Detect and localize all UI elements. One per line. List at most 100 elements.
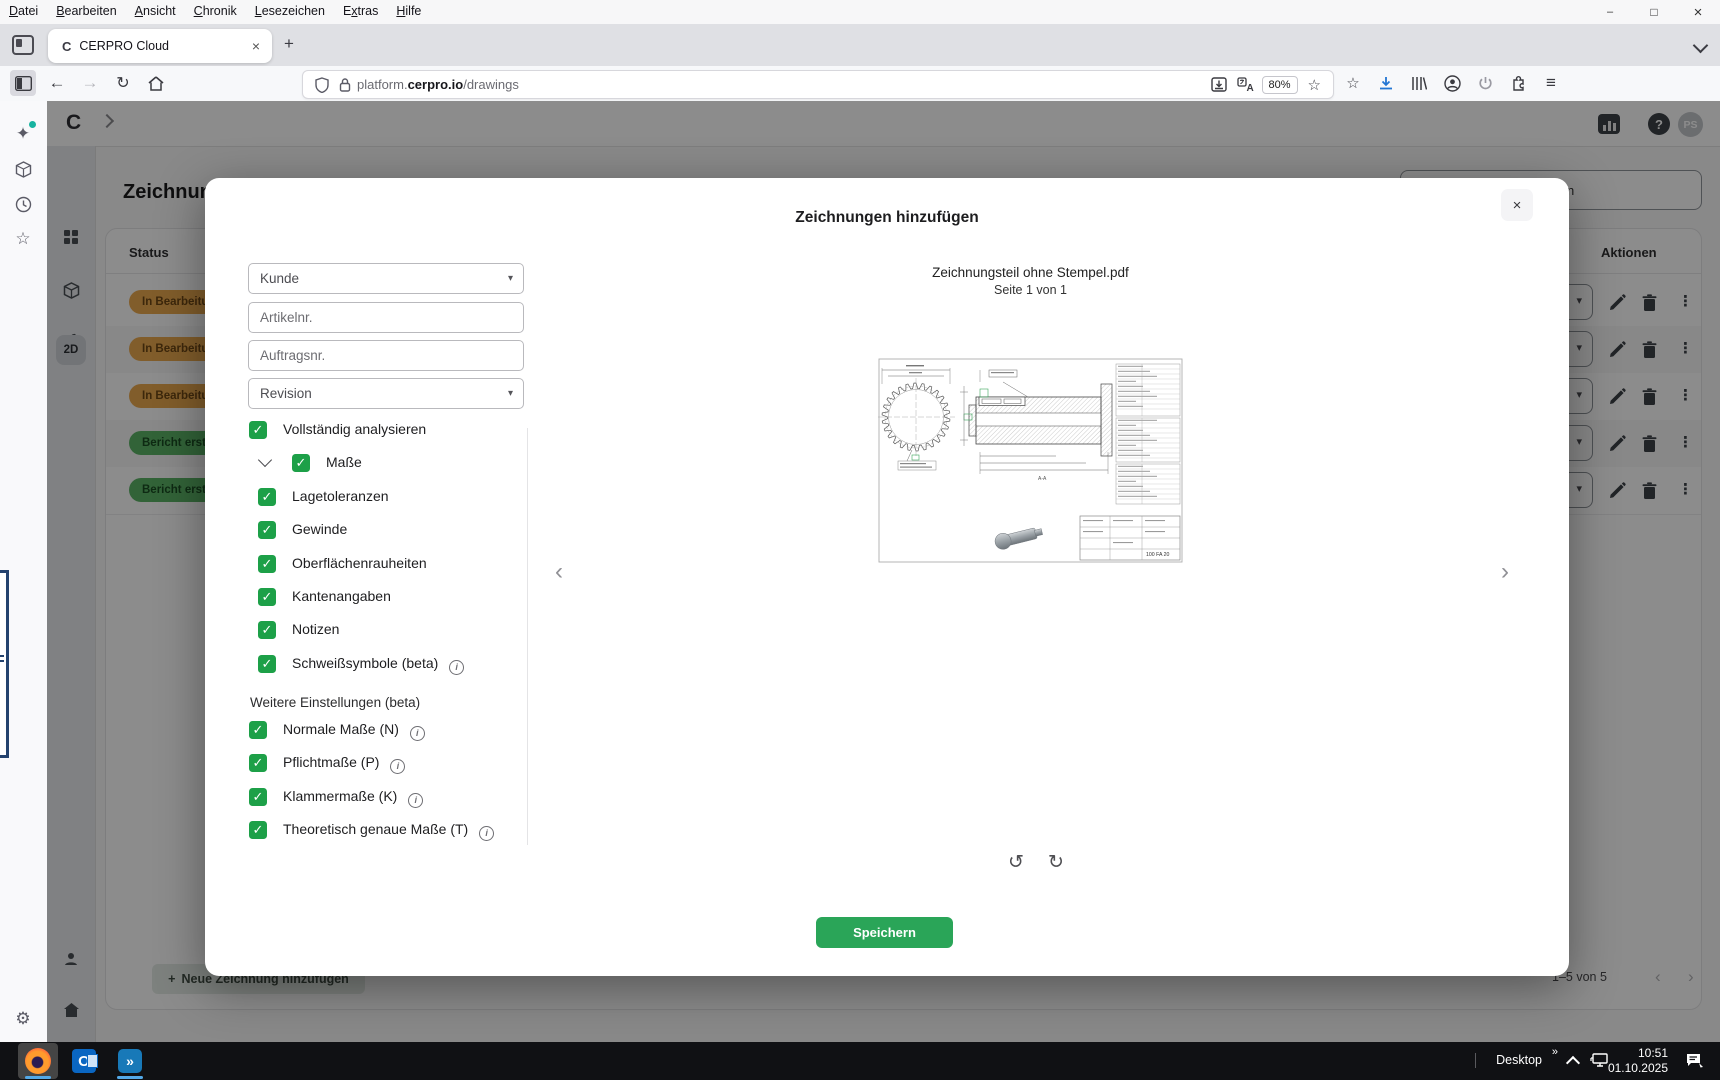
maximize-button[interactable]: □ [1632,0,1676,24]
save-button[interactable]: Speichern [816,917,953,948]
firefox-taskbar-button[interactable] [18,1043,58,1079]
checkbox[interactable]: ✓ [249,421,267,439]
bookmark-star-icon[interactable]: ☆ [1308,76,1321,94]
docked-window-edge [0,570,9,758]
media-app-icon: » [118,1049,142,1073]
checkbox[interactable]: ✓ [249,721,267,739]
back-button[interactable]: ← [44,70,70,96]
date-label: 01.10.2025 [1608,1061,1668,1076]
library-icon[interactable] [1406,70,1432,96]
checkbox[interactable]: ✓ [292,454,310,472]
checkbox-row: ✓Gewinde [248,518,548,542]
desktop-chevrons: » [1552,1046,1558,1058]
menu-lesezeichen[interactable]: Lesezeichen [246,0,334,22]
auftragsnr-input[interactable]: Auftragsnr. [248,340,524,371]
show-desktop-button[interactable]: Desktop [1496,1053,1542,1067]
svg-text:A-A: A-A [1038,476,1047,482]
tab-close-icon[interactable]: × [248,38,264,54]
ai-sparkle-icon[interactable]: ✦ [12,123,34,145]
history-clock-icon[interactable] [12,193,34,215]
screen: DateiBearbeitenAnsichtChronikLesezeichen… [0,0,1720,1080]
menu-datei[interactable]: Datei [0,0,47,22]
account-icon[interactable] [1439,70,1465,96]
checkbox-row: ✓Theoretisch genaue Maße (T) i [248,818,548,842]
info-icon[interactable]: i [410,726,425,741]
taskbar: O » Desktop » 10:51 01.10.2025 [0,1042,1720,1080]
chevron-down-icon: ▾ [508,273,513,284]
checkbox[interactable]: ✓ [258,588,276,606]
checkbox[interactable]: ✓ [249,788,267,806]
menu-bearbeiten[interactable]: Bearbeiten [47,0,125,22]
form-divider [527,428,528,845]
home-button[interactable] [143,70,169,96]
info-icon[interactable]: i [479,826,494,841]
expander-chevron-icon[interactable] [258,453,272,467]
taskbar-divider [1475,1053,1476,1068]
minimize-button[interactable]: – [1588,0,1632,24]
tab-overflow-chevron-icon[interactable] [1693,38,1709,54]
power-icon[interactable] [1472,70,1498,96]
checkbox[interactable]: ✓ [249,821,267,839]
package-icon[interactable] [12,158,34,180]
artikelnr-input[interactable]: Artikelnr. [248,302,524,333]
revision-select[interactable]: Revision ▾ [248,378,524,409]
info-icon[interactable]: i [449,660,464,675]
action-center-icon[interactable] [1685,1052,1704,1069]
checkbox[interactable]: ✓ [249,754,267,772]
browser-menubar: DateiBearbeitenAnsichtChronikLesezeichen… [0,0,1720,24]
settings-gear-icon[interactable]: ⚙ [12,1008,34,1030]
app-taskbar-button[interactable]: » [110,1043,150,1079]
translate-icon[interactable]: A [1237,77,1254,92]
prev-drawing-chevron-icon[interactable]: ‹ [555,558,563,586]
info-icon[interactable]: i [408,793,423,808]
tray-expand-chevron-icon[interactable] [1566,1056,1580,1070]
menu-ansicht[interactable]: Ansicht [126,0,185,22]
zoom-level-badge[interactable]: 80% [1262,76,1298,94]
new-badge-dot [29,121,36,128]
lock-icon[interactable] [339,77,351,92]
checkbox-label: Schweißsymbole (beta) i [292,655,464,675]
forward-button[interactable]: → [77,70,103,96]
checkbox-row: ✓ Kantenangaben [248,585,548,609]
browser-tab[interactable]: C CERPRO Cloud × [48,29,272,63]
pdf-page-label: Seite 1 von 1 [726,283,1335,297]
taskbar-clock[interactable]: 10:51 01.10.2025 [1608,1046,1668,1076]
checkbox-label: Normale Maße (N) i [283,721,425,741]
pdf-filename: Zeichnungsteil ohne Stempel.pdf [726,265,1335,280]
save-page-icon[interactable] [1211,77,1227,92]
rotate-left-icon[interactable]: ↺ [1008,851,1024,874]
menu-hilfe[interactable]: Hilfe [387,0,430,22]
nav-toolbar: ← → ↻ platform.cerpro.io/drawings A 80% [0,66,1720,102]
new-tab-button[interactable]: + [284,34,294,54]
close-button[interactable]: × [1676,0,1720,24]
chevron-down-icon: ▾ [508,388,513,399]
shield-icon[interactable] [315,77,329,93]
outlook-taskbar-button[interactable]: O [64,1043,104,1079]
url-bar[interactable]: platform.cerpro.io/drawings A 80% ☆ [302,70,1334,99]
checkbox-label: Kantenangaben [292,588,391,604]
reload-button[interactable]: ↻ [110,70,136,96]
checkbox[interactable]: ✓ [258,521,276,539]
menu-chronik[interactable]: Chronik [185,0,246,22]
next-drawing-chevron-icon[interactable]: › [1501,558,1509,586]
firefox-view-icon[interactable] [12,35,34,55]
kunde-select[interactable]: Kunde ▾ [248,263,524,294]
menu-extras[interactable]: Extras [334,0,387,22]
extensions-icon[interactable] [1505,70,1531,96]
rotate-right-icon[interactable]: ↻ [1048,851,1064,874]
checkbox[interactable]: ✓ [258,555,276,573]
technical-drawing: A-A100 FA 20 [876,356,1185,567]
firefox-icon [25,1048,51,1074]
checkbox-row: ✓Oberflächenrauheiten [248,552,548,576]
bookmarks-menu-icon[interactable]: ☆ [1340,70,1366,96]
bookmark-star-icon[interactable]: ☆ [12,228,34,250]
checkbox-row: ✓Lagetoleranzen [248,485,548,509]
tab-title: CERPRO Cloud [79,39,247,53]
checkbox[interactable]: ✓ [258,488,276,506]
checkbox[interactable]: ✓ [258,655,276,673]
sidebar-toggle-button[interactable] [10,70,36,96]
menu-hamburger-icon[interactable]: ≡ [1538,70,1564,96]
info-icon[interactable]: i [390,759,405,774]
checkbox[interactable]: ✓ [258,621,276,639]
downloads-icon[interactable] [1373,70,1399,96]
